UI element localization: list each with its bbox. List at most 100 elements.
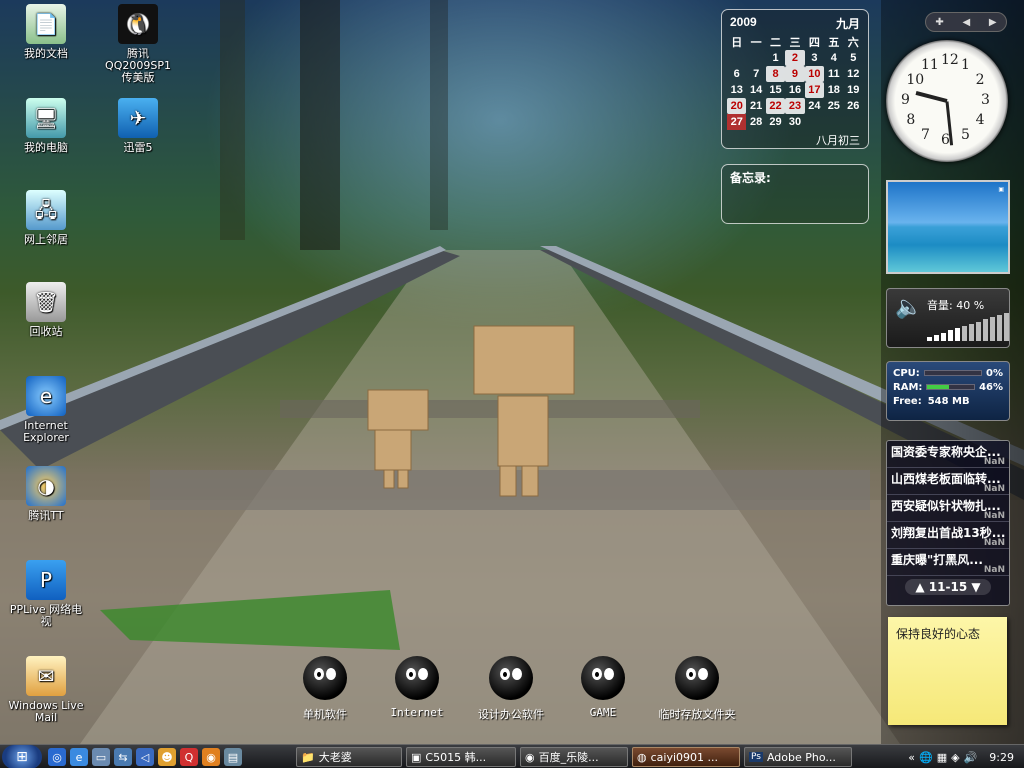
volume-level-bars[interactable] xyxy=(927,312,1009,341)
pager-next-icon[interactable]: ▼ xyxy=(971,580,980,594)
calendar-day[interactable]: 5 xyxy=(844,50,863,66)
security-icon[interactable]: ◈ xyxy=(951,751,959,764)
taskbar-button[interactable]: ◍ caiyi0901 ... xyxy=(632,747,740,767)
quick-folder-internet[interactable]: Internet xyxy=(372,656,462,719)
calendar-day[interactable]: 23 xyxy=(785,98,805,114)
calendar-day[interactable]: 17 xyxy=(804,82,825,98)
tt-browser-icon: ◑ xyxy=(26,466,66,506)
calendar-day[interactable]: 9 xyxy=(785,66,805,82)
calendar-day[interactable]: 10 xyxy=(804,66,825,82)
calendar-day[interactable]: 15 xyxy=(766,82,785,98)
desktop-icon-windows-live-mail[interactable]: ✉ Windows Live Mail xyxy=(6,656,86,724)
weekday-header: 五 xyxy=(828,37,840,49)
calendar-day[interactable]: 3 xyxy=(805,50,824,66)
volume-icon[interactable]: 🔊 xyxy=(964,751,978,764)
desktop-icon-thunder[interactable]: ✈ 迅雷5 xyxy=(98,98,178,154)
calendar-day[interactable]: 22 xyxy=(765,98,786,114)
news-item[interactable]: 西安疑似针状物扎... NaN xyxy=(887,495,1009,522)
calendar-day[interactable]: 13 xyxy=(727,82,746,98)
start-button[interactable]: ⊞ xyxy=(2,745,42,768)
calendar-day[interactable]: 28 xyxy=(746,114,765,130)
desktop-icon-recycle-bin[interactable]: 🗑 回收站 xyxy=(6,282,86,338)
tray-clock[interactable]: 9:29 xyxy=(989,751,1014,764)
calendar-day[interactable]: 26 xyxy=(844,98,863,114)
pager-label: 11-15 xyxy=(928,580,968,594)
back-icon[interactable]: ◁ xyxy=(136,748,154,766)
calendar-day[interactable]: 1 xyxy=(766,50,785,66)
news-pager[interactable]: ▲ 11-15 ▼ xyxy=(887,576,1009,598)
search-icon[interactable]: ◎ xyxy=(48,748,66,766)
fox-icon[interactable]: ☻ xyxy=(158,748,176,766)
volume-bar xyxy=(997,315,1002,341)
tray-expand-icon[interactable]: « xyxy=(908,751,915,764)
taskbar-button[interactable]: ◉ 百度_乐陵... xyxy=(520,747,628,767)
calendar-day[interactable]: 20 xyxy=(727,98,747,114)
news-item[interactable]: 重庆曝"打黑风... NaN xyxy=(887,549,1009,576)
calendar-day[interactable]: 18 xyxy=(824,82,843,98)
calendar-day[interactable]: 29 xyxy=(766,114,785,130)
calendar-day[interactable]: 27 xyxy=(727,114,747,130)
previous-icon[interactable]: ◀ xyxy=(962,17,970,28)
quick-folder-design-office[interactable]: 设计办公软件 xyxy=(466,656,556,722)
calendar-day[interactable]: 21 xyxy=(746,98,765,114)
desktop-icon-internet-explorer[interactable]: e Internet Explorer xyxy=(6,376,86,444)
calendar-day[interactable]: 4 xyxy=(824,50,843,66)
calendar-day[interactable]: 30 xyxy=(785,114,804,130)
taskbar-button-label: C5015 韩... xyxy=(425,751,487,764)
ie-icon[interactable]: e xyxy=(70,748,88,766)
calendar-day[interactable]: 14 xyxy=(746,82,765,98)
taskbar-button[interactable]: Ps Adobe Pho... xyxy=(744,747,852,767)
photoshop-icon: Ps xyxy=(749,752,763,762)
quick-folder-temp[interactable]: 临时存放文件夹 xyxy=(652,656,742,722)
news-tag: NaN xyxy=(983,565,1005,575)
desktop-icon-my-documents[interactable]: 📄 我的文档 xyxy=(6,4,86,60)
bomb-face-icon xyxy=(675,656,719,700)
sticky-note-gadget[interactable]: 保持良好的心态 xyxy=(888,617,1007,725)
calendar-day[interactable]: 6 xyxy=(727,66,746,82)
ram-label: RAM: xyxy=(893,381,923,393)
globe-icon[interactable]: 🌐 xyxy=(919,751,933,764)
volume-gadget[interactable]: 🔈 音量: 40 % xyxy=(886,288,1010,348)
news-item[interactable]: 山西煤老板面临转... NaN xyxy=(887,468,1009,495)
memo-gadget[interactable]: 备忘录: xyxy=(721,164,869,224)
calendar-day[interactable]: 8 xyxy=(765,66,786,82)
weekday-header: 六 xyxy=(847,37,859,49)
desktop-icon-tt[interactable]: ◑ 腾讯TT xyxy=(6,466,86,522)
news-gadget[interactable]: 国资委专家称央企... NaN 山西煤老板面临转... NaN 西安疑似针状物扎... N… xyxy=(886,440,1010,606)
add-gadget-icon[interactable]: ✚ xyxy=(935,17,943,28)
taskbar-button[interactable]: 📁 大老婆 xyxy=(296,747,402,767)
calendar-day[interactable]: 7 xyxy=(746,66,765,82)
system-monitor-gadget[interactable]: CPU: 0% RAM: 46% Free: 548 MB xyxy=(886,361,1010,421)
pager-prev-icon[interactable]: ▲ xyxy=(915,580,924,594)
qq-icon[interactable]: Q xyxy=(180,748,198,766)
show-desktop-icon[interactable]: ▭ xyxy=(92,748,110,766)
window-switch-icon[interactable]: ⇆ xyxy=(114,748,132,766)
network-status-icon[interactable]: ▦ xyxy=(937,751,947,764)
taskbar-button[interactable]: ▣ C5015 韩... xyxy=(406,747,516,767)
quick-folder-game[interactable]: GAME xyxy=(558,656,648,719)
desktop-icon-network[interactable]: 🖧 网上邻居 xyxy=(6,190,86,246)
calendar-day[interactable]: 19 xyxy=(844,82,863,98)
memo-title: 备忘录: xyxy=(730,171,771,185)
news-item[interactable]: 刘翔复出首战13秒... NaN xyxy=(887,522,1009,549)
clock-gadget[interactable]: 12 1 2 3 4 5 6 7 8 9 10 11 xyxy=(886,40,1008,162)
ie-icon: e xyxy=(26,376,66,416)
next-icon[interactable]: ▶ xyxy=(989,17,997,28)
volume-bar xyxy=(927,337,932,341)
desktop-icon-label: Internet Explorer xyxy=(23,419,69,444)
calendar-day[interactable]: 11 xyxy=(824,66,843,82)
calendar-day[interactable]: 2 xyxy=(785,50,805,66)
calendar-day[interactable]: 16 xyxy=(785,82,804,98)
calendar-day[interactable]: 24 xyxy=(805,98,824,114)
desktop-icon-qq[interactable]: 🐧 腾讯QQ2009SP1 传美版 xyxy=(98,4,178,84)
news-item[interactable]: 国资委专家称央企... NaN xyxy=(887,441,1009,468)
calendar-gadget[interactable]: 2009 九月 日一二三四五六 1 2 3 4 5 6 7 8 9 10 11 12 13 14 15 16 1… xyxy=(721,9,869,149)
quick-folder-standalone-software[interactable]: 单机软件 xyxy=(280,656,370,722)
media-icon[interactable]: ▤ xyxy=(224,748,242,766)
firefox-icon[interactable]: ◉ xyxy=(202,748,220,766)
calendar-day[interactable]: 12 xyxy=(844,66,863,82)
calendar-day[interactable]: 25 xyxy=(824,98,843,114)
desktop-icon-my-computer[interactable]: 🖥 我的电脑 xyxy=(6,98,86,154)
slideshow-gadget[interactable]: ▣ xyxy=(886,180,1010,274)
desktop-icon-pplive[interactable]: P PPLive 网络电视 xyxy=(6,560,86,628)
